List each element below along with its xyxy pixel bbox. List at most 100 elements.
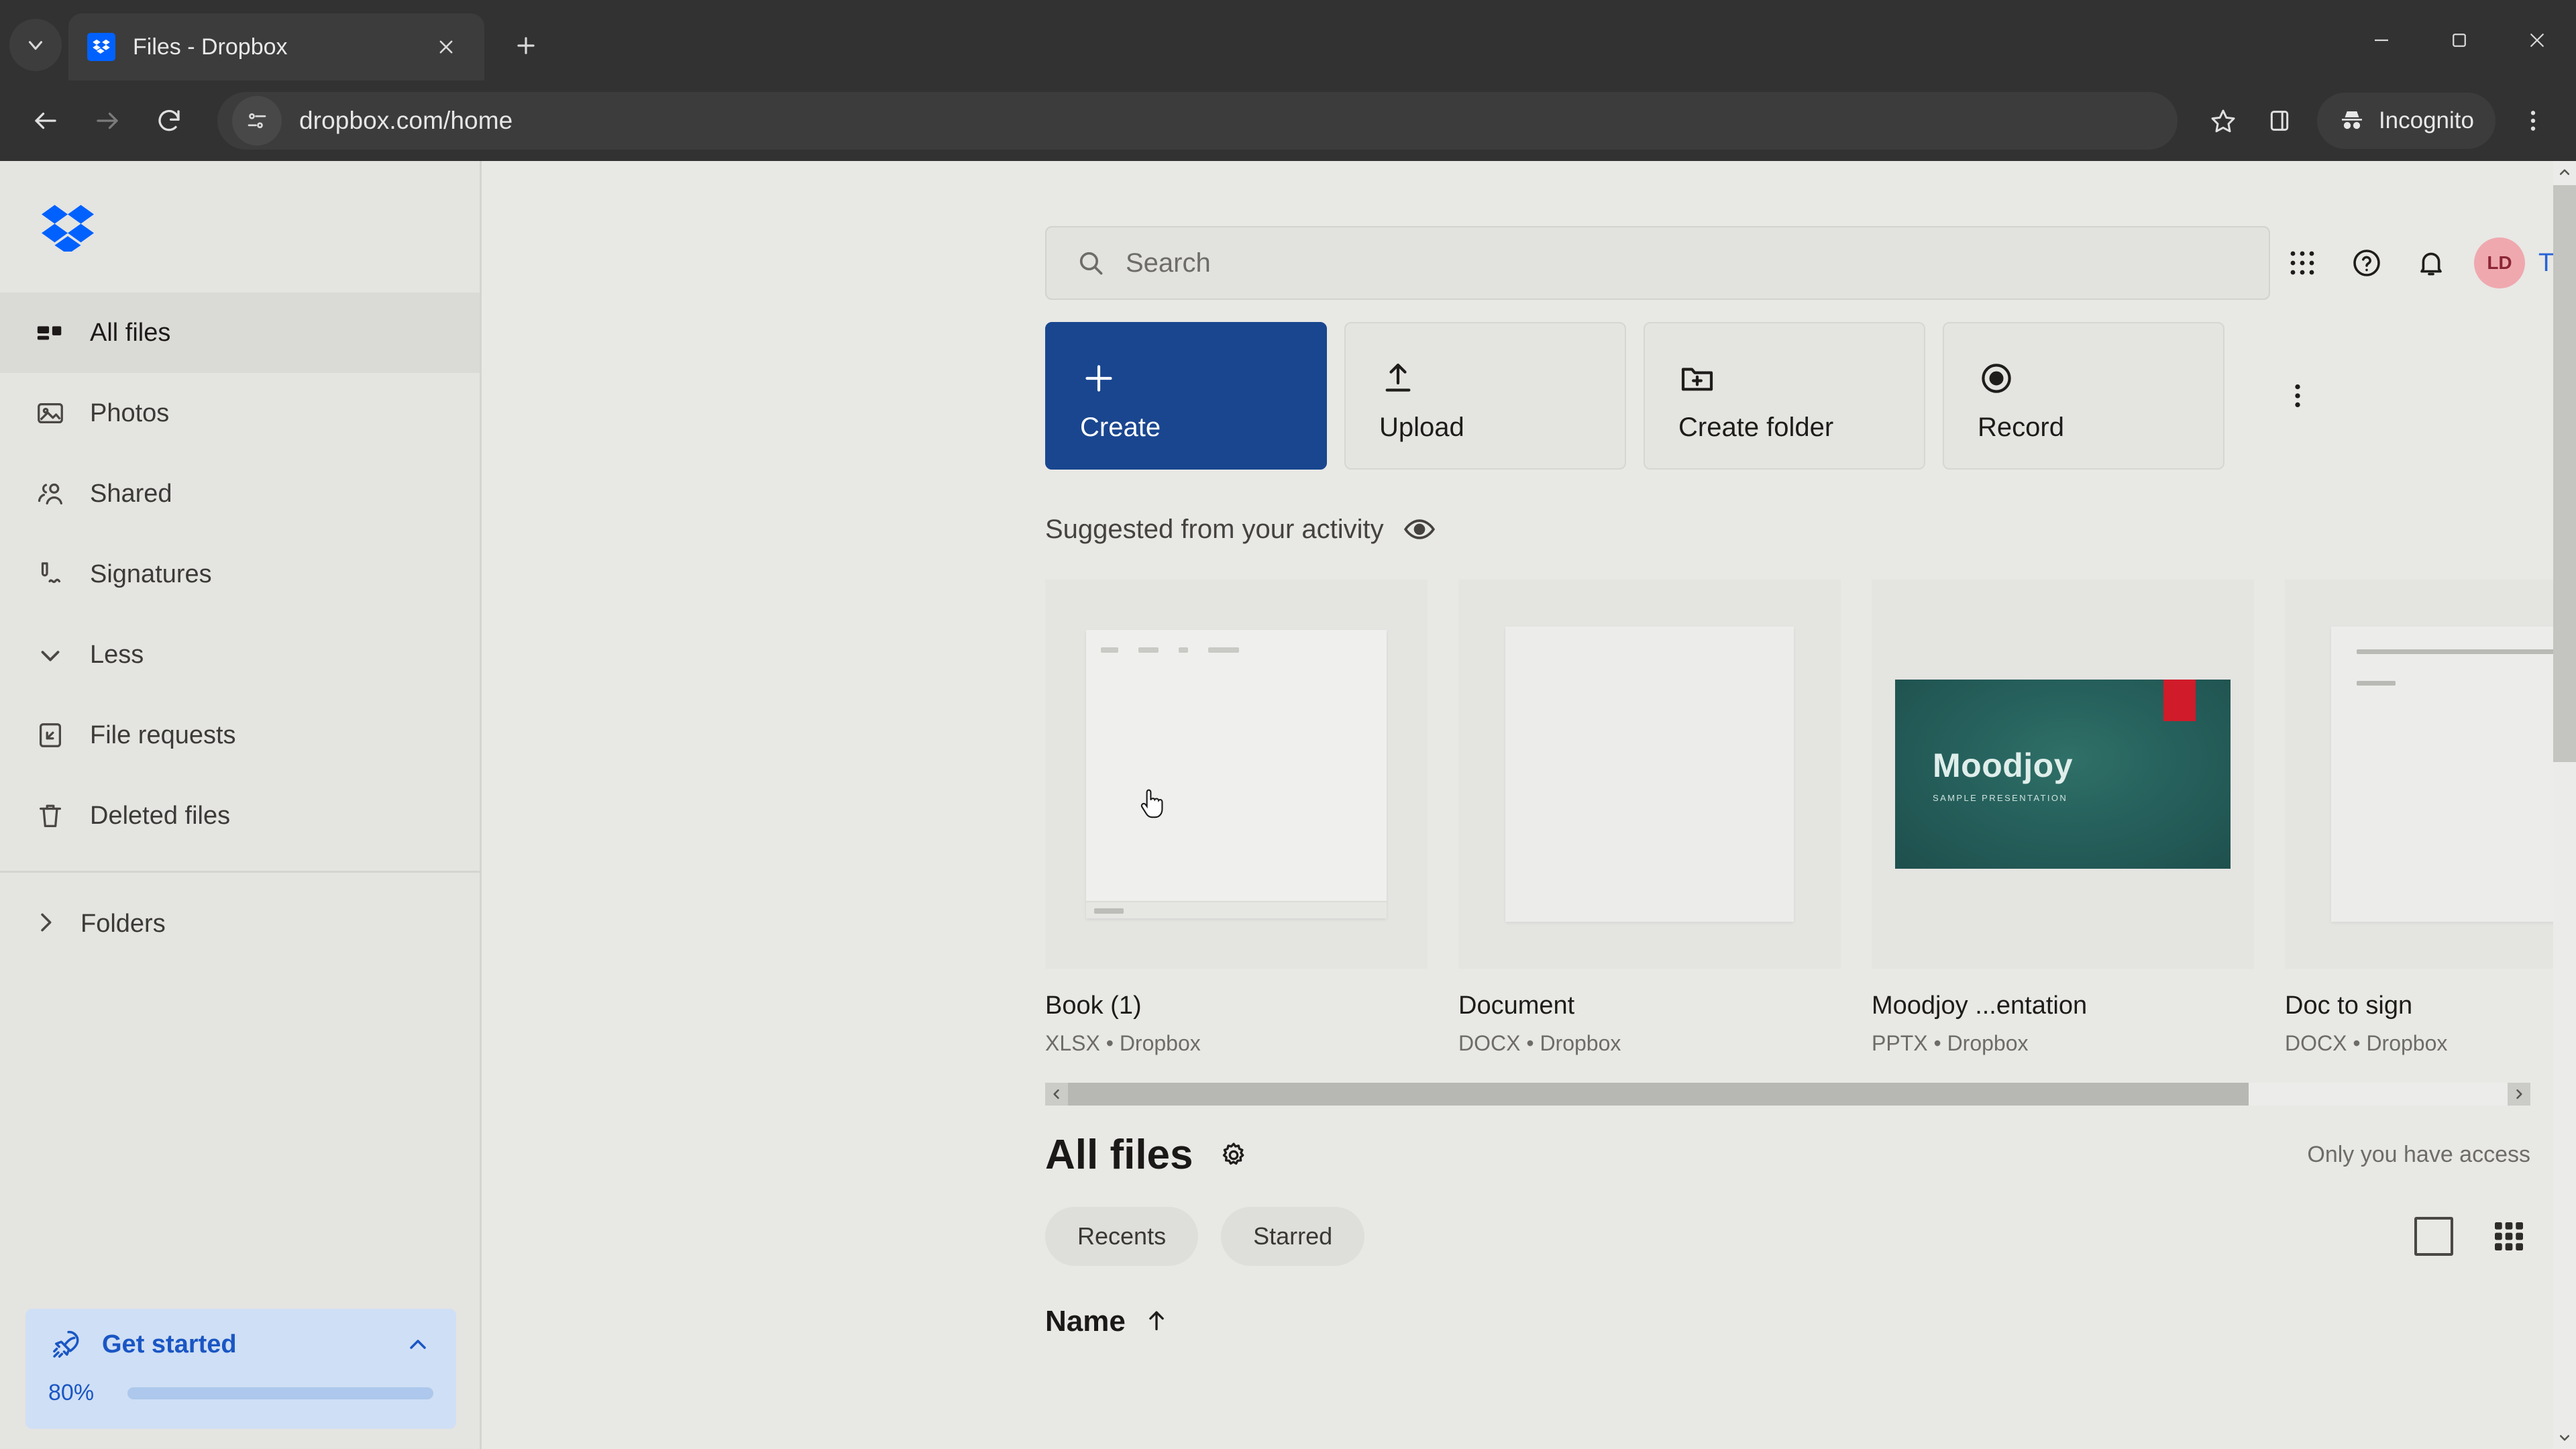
sidebar-item-shared[interactable]: Shared — [0, 453, 482, 534]
sidebar-item-signatures[interactable]: Signatures — [0, 534, 482, 614]
new-tab-button[interactable] — [500, 20, 551, 71]
scroll-down-button[interactable] — [2553, 1426, 2576, 1449]
more-actions-button[interactable] — [2261, 359, 2334, 433]
browser-tab[interactable]: Files - Dropbox — [68, 13, 484, 80]
create-folder-button[interactable]: Create folder — [1644, 322, 1925, 470]
three-dot-menu-icon — [2520, 107, 2546, 134]
incognito-indicator[interactable]: Incognito — [2317, 93, 2496, 149]
search-box[interactable] — [1045, 226, 2270, 300]
top-bar: LD Trial ends in 29 days — [482, 161, 2576, 322]
dropbox-logo[interactable] — [0, 161, 482, 292]
grid-view-button[interactable] — [2487, 1215, 2530, 1258]
suggested-horizontal-scrollbar[interactable] — [1045, 1083, 2530, 1106]
column-header-name[interactable]: Name — [1045, 1305, 1126, 1338]
action-buttons-row: Create Upload Create folder — [1045, 322, 2576, 470]
app-grid-button[interactable] — [2270, 231, 2334, 295]
suggested-card[interactable]: Doc to sign DOCX • Dropbox — [2285, 580, 2576, 1056]
main-content: LD Trial ends in 29 days Create — [482, 161, 2576, 1449]
sheet-footer — [1086, 901, 1387, 918]
scroll-thumb[interactable] — [1068, 1083, 2249, 1106]
card-title: Moodjoy ...entation — [1872, 991, 2254, 1020]
scroll-left-button[interactable] — [1045, 1083, 1068, 1106]
help-button[interactable] — [2334, 231, 2399, 295]
side-panel-icon — [2266, 107, 2293, 134]
action-label: Record — [1978, 413, 2223, 443]
card-thumbnail: Moodjoy SAMPLE PRESENTATION — [1872, 580, 2254, 969]
gear-icon[interactable] — [1214, 1135, 1254, 1175]
slide-subtitle: SAMPLE PRESENTATION — [1933, 793, 2231, 803]
suggested-card[interactable]: Document DOCX • Dropbox — [1458, 580, 1841, 1056]
scroll-up-button[interactable] — [2553, 161, 2576, 184]
sidebar-item-photos[interactable]: Photos — [0, 373, 482, 453]
sidebar-item-less[interactable]: Less — [0, 614, 482, 695]
sidebar-item-folders[interactable]: Folders — [0, 885, 482, 963]
suggested-title: Suggested from your activity — [1045, 515, 1384, 545]
page-vertical-scrollbar[interactable] — [2553, 161, 2576, 1449]
suggested-header: Suggested from your activity — [1045, 511, 2576, 547]
sheet-cell — [1208, 647, 1239, 653]
side-panel-button[interactable] — [2251, 93, 2308, 149]
sidebar-item-label: All files — [90, 319, 170, 347]
doc-text-line — [2357, 649, 2576, 654]
sidebar-item-label: Photos — [90, 399, 169, 428]
window-close-button[interactable] — [2498, 0, 2576, 80]
minimize-button[interactable] — [2343, 0, 2420, 80]
bookmark-button[interactable] — [2195, 93, 2251, 149]
upload-button[interactable]: Upload — [1344, 322, 1626, 470]
tab-search-button[interactable] — [9, 19, 62, 71]
suggested-card[interactable]: Moodjoy SAMPLE PRESENTATION Moodjoy ...e… — [1872, 580, 2254, 1056]
slide-preview: Moodjoy SAMPLE PRESENTATION — [1895, 680, 2231, 869]
get-started-progress: 80% — [48, 1380, 433, 1406]
site-settings-icon[interactable] — [232, 96, 282, 146]
sidebar-item-label: File requests — [90, 721, 236, 750]
spreadsheet-preview — [1086, 630, 1387, 918]
get-started-header: Get started — [48, 1326, 433, 1362]
sort-ascending-arrow-icon[interactable] — [1143, 1307, 1170, 1337]
help-circle-icon — [2351, 247, 2383, 279]
chevron-up-icon[interactable] — [402, 1329, 433, 1360]
trash-icon — [32, 798, 68, 834]
tab-close-icon[interactable] — [427, 28, 466, 66]
scroll-track[interactable] — [1068, 1083, 2508, 1106]
sidebar-folders-label: Folders — [80, 910, 166, 938]
sidebar-item-all-files[interactable]: All files — [0, 292, 482, 373]
maximize-button[interactable] — [2420, 0, 2498, 80]
page-title: All files — [1045, 1131, 1193, 1179]
card-thumbnail — [1458, 580, 1841, 969]
upload-icon — [1379, 350, 1625, 407]
search-input[interactable] — [1126, 248, 2239, 278]
list-view-button[interactable] — [2412, 1215, 2455, 1258]
filter-recents[interactable]: Recents — [1045, 1207, 1198, 1266]
incognito-icon — [2339, 107, 2365, 134]
chevron-right-icon — [32, 909, 59, 939]
action-label: Create folder — [1678, 413, 1924, 443]
card-title: Book (1) — [1045, 991, 1428, 1020]
back-button[interactable] — [15, 90, 76, 152]
address-bar[interactable]: dropbox.com/home — [217, 92, 2178, 150]
minimize-icon — [2371, 30, 2392, 50]
sidebar-item-deleted-files[interactable]: Deleted files — [0, 775, 482, 856]
avatar[interactable]: LD — [2474, 237, 2525, 288]
scroll-thumb[interactable] — [2553, 185, 2576, 762]
grid-view-icon — [2490, 1218, 2528, 1255]
notifications-button[interactable] — [2399, 231, 2463, 295]
photos-icon — [32, 395, 68, 431]
browser-menu-button[interactable] — [2505, 93, 2561, 149]
create-button[interactable]: Create — [1045, 322, 1327, 470]
sign-document-preview — [2331, 627, 2576, 922]
search-icon — [1076, 248, 1106, 278]
scroll-right-button[interactable] — [2508, 1083, 2530, 1106]
reload-button[interactable] — [138, 90, 200, 152]
filter-starred[interactable]: Starred — [1221, 1207, 1364, 1266]
action-label: Upload — [1379, 413, 1625, 443]
record-button[interactable]: Record — [1943, 322, 2224, 470]
sidebar-item-file-requests[interactable]: File requests — [0, 695, 482, 775]
forward-button[interactable] — [76, 90, 138, 152]
suggested-card[interactable]: Book (1) XLSX • Dropbox — [1045, 580, 1428, 1056]
tab-title: Files - Dropbox — [133, 34, 427, 60]
get-started-panel[interactable]: Get started 80% — [25, 1309, 456, 1429]
top-bar-actions: LD Trial ends in 29 days — [2270, 231, 2576, 295]
eye-icon[interactable] — [1401, 511, 1438, 547]
star-icon — [2210, 107, 2237, 134]
mouse-cursor — [1135, 785, 1166, 824]
